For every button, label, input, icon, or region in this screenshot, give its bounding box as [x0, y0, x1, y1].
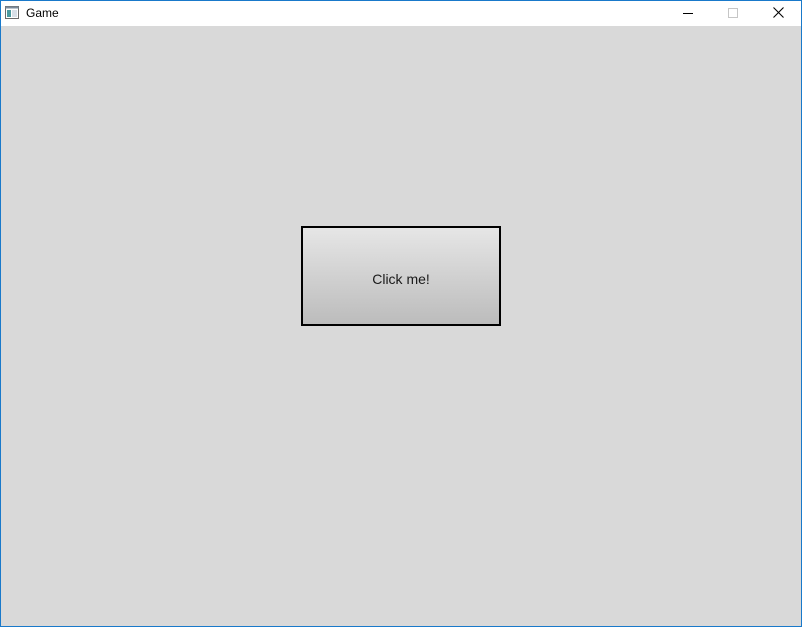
- close-icon: [772, 5, 784, 23]
- click-me-label: Click me!: [372, 271, 430, 287]
- window-title: Game: [26, 6, 59, 20]
- maximize-button[interactable]: [710, 1, 756, 26]
- maximize-icon: [728, 5, 738, 23]
- minimize-icon: [683, 5, 693, 23]
- click-me-button[interactable]: Click me!: [301, 226, 501, 326]
- app-window: Game Click me!: [0, 0, 802, 627]
- game-canvas[interactable]: Click me!: [1, 26, 801, 626]
- title-bar[interactable]: Game: [1, 0, 801, 26]
- minimize-button[interactable]: [665, 1, 711, 26]
- window-icon: [5, 6, 19, 19]
- close-button[interactable]: [755, 1, 801, 26]
